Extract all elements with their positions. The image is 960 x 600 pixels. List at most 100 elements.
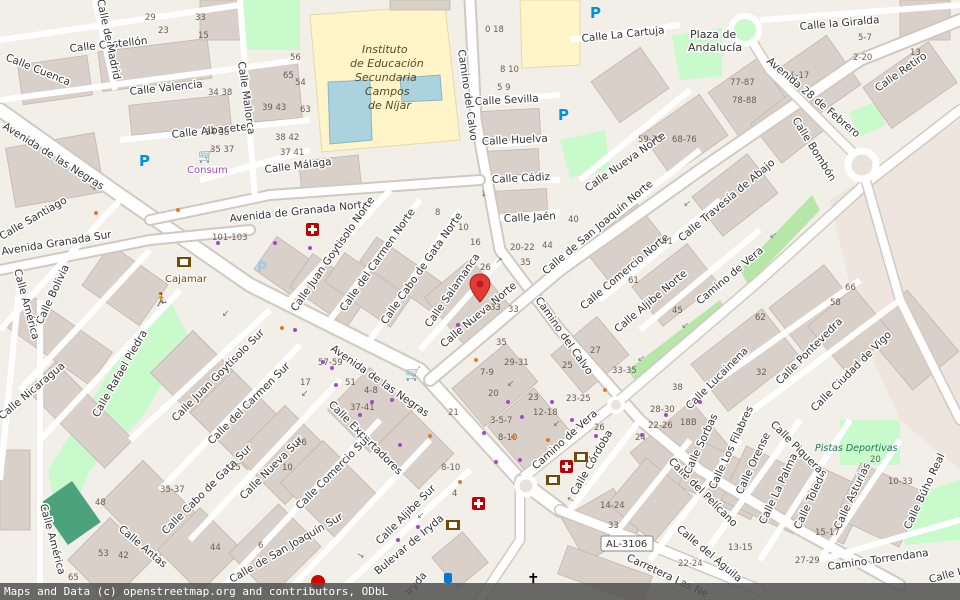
- house-number: 13: [910, 48, 921, 58]
- shop-dot: [176, 208, 180, 212]
- house-number: 61: [628, 276, 639, 286]
- house-number: 33: [195, 13, 206, 23]
- house-number: 68-76: [672, 135, 697, 145]
- shop-dot: [94, 211, 98, 215]
- shop-dot: [603, 388, 607, 392]
- house-number: 27-29: [795, 556, 820, 566]
- bank-icon[interactable]: [546, 475, 560, 485]
- fitness-icon[interactable]: 🏃: [153, 292, 169, 308]
- plaza-label-2: Andalucía: [688, 41, 742, 54]
- pharmacy-icon[interactable]: [560, 460, 573, 473]
- house-number: 63: [300, 105, 311, 115]
- shop-dot: [698, 400, 702, 404]
- shop-dot: [293, 328, 297, 332]
- shop-dot: [546, 438, 550, 442]
- shop-dot: [308, 246, 312, 250]
- shop-dot: [428, 434, 432, 438]
- house-number: 6: [258, 541, 263, 551]
- house-number: 56: [290, 53, 301, 63]
- house-number: 34 38: [205, 128, 229, 138]
- house-number: 33: [608, 521, 619, 531]
- house-number: 35: [496, 338, 507, 348]
- house-number: 18B: [680, 418, 697, 428]
- house-number: 37 41: [280, 148, 304, 158]
- house-number: 33-35: [612, 366, 637, 376]
- school-label-4: Campos: [365, 85, 410, 98]
- house-number: 26: [480, 263, 491, 273]
- shop-dot: [396, 538, 400, 542]
- house-number: 3-5-7: [490, 416, 512, 426]
- pharmacy-icon[interactable]: [472, 497, 485, 510]
- road-ref-label: AL-3106: [606, 539, 647, 550]
- house-number: 32: [756, 368, 767, 378]
- parking-icon[interactable]: P: [590, 4, 601, 22]
- house-number: 78-88: [732, 96, 757, 106]
- house-number: 1-17: [790, 71, 809, 81]
- house-number: 23: [528, 393, 539, 403]
- house-number: 27: [590, 346, 601, 356]
- house-number: 53: [98, 549, 109, 559]
- pharmacy-icon[interactable]: [306, 223, 319, 236]
- shop-dot: [321, 360, 325, 364]
- house-number: 8-10: [441, 463, 460, 473]
- house-number: 4: [452, 489, 457, 499]
- supermarket-icon[interactable]: 🛒: [198, 148, 214, 164]
- house-number: 20-22: [510, 243, 535, 253]
- parking-icon[interactable]: P: [558, 106, 569, 124]
- shop-dot: [506, 400, 510, 404]
- house-number: 26: [594, 423, 605, 433]
- location-marker[interactable]: [469, 273, 491, 303]
- house-number: 40: [568, 215, 579, 225]
- shop-dot: [456, 323, 460, 327]
- road-shield-al3106: AL-3106: [600, 535, 654, 552]
- shop-dot: [664, 413, 668, 417]
- bus-stop-icon[interactable]: [444, 573, 452, 583]
- house-number: 29: [145, 13, 156, 23]
- house-number: 12-18: [533, 408, 558, 418]
- house-number: 25: [562, 361, 573, 371]
- house-number: 7-9: [480, 368, 494, 378]
- shop-dot: [518, 458, 522, 462]
- house-number: 33: [490, 303, 501, 313]
- shop-dot: [594, 434, 598, 438]
- shop-dot: [520, 415, 524, 419]
- cajamar-label: Cajamar: [165, 274, 208, 285]
- bank-icon[interactable]: [574, 452, 588, 462]
- plaza-label-1: Plaza de: [690, 28, 736, 41]
- bank-icon[interactable]: [177, 257, 191, 267]
- svg-text:🛒: 🛒: [198, 148, 214, 164]
- shop-dot: [511, 435, 515, 439]
- shop-dot: [330, 366, 334, 370]
- house-number: 23: [158, 26, 169, 36]
- house-number: 29-31: [504, 358, 529, 368]
- shop-dot: [640, 433, 644, 437]
- building-block: [389, 0, 451, 11]
- shop-dot: [390, 398, 394, 402]
- parking-icon[interactable]: P: [136, 152, 152, 170]
- shop-dot: [474, 358, 478, 362]
- house-number: 62: [755, 313, 766, 323]
- house-number: 8: [435, 208, 440, 218]
- shop-dot: [482, 431, 486, 435]
- shop-dot: [458, 480, 462, 484]
- house-number: 54: [295, 78, 306, 88]
- building-block: [247, 62, 303, 123]
- school-label-5: de Níjar: [368, 99, 412, 112]
- house-number: 66: [845, 283, 856, 293]
- house-number: 42: [118, 551, 129, 561]
- house-number: 10: [458, 223, 469, 233]
- house-number: 51: [345, 378, 356, 388]
- house-number: 77-87: [730, 78, 755, 88]
- house-number: 45: [672, 306, 683, 316]
- svg-text:🏃: 🏃: [153, 292, 169, 308]
- bank-icon[interactable]: [446, 520, 460, 530]
- house-number: 35: [520, 258, 531, 268]
- supermarket-icon[interactable]: 🛒: [405, 366, 421, 382]
- house-number: 21: [448, 408, 459, 418]
- parking-icon[interactable]: P: [257, 260, 267, 276]
- house-number: 39 43: [262, 103, 286, 113]
- shop-dot: [358, 413, 362, 417]
- house-number: 48: [95, 498, 106, 508]
- house-number: 22-26: [648, 421, 673, 431]
- house-number: 41: [662, 237, 673, 247]
